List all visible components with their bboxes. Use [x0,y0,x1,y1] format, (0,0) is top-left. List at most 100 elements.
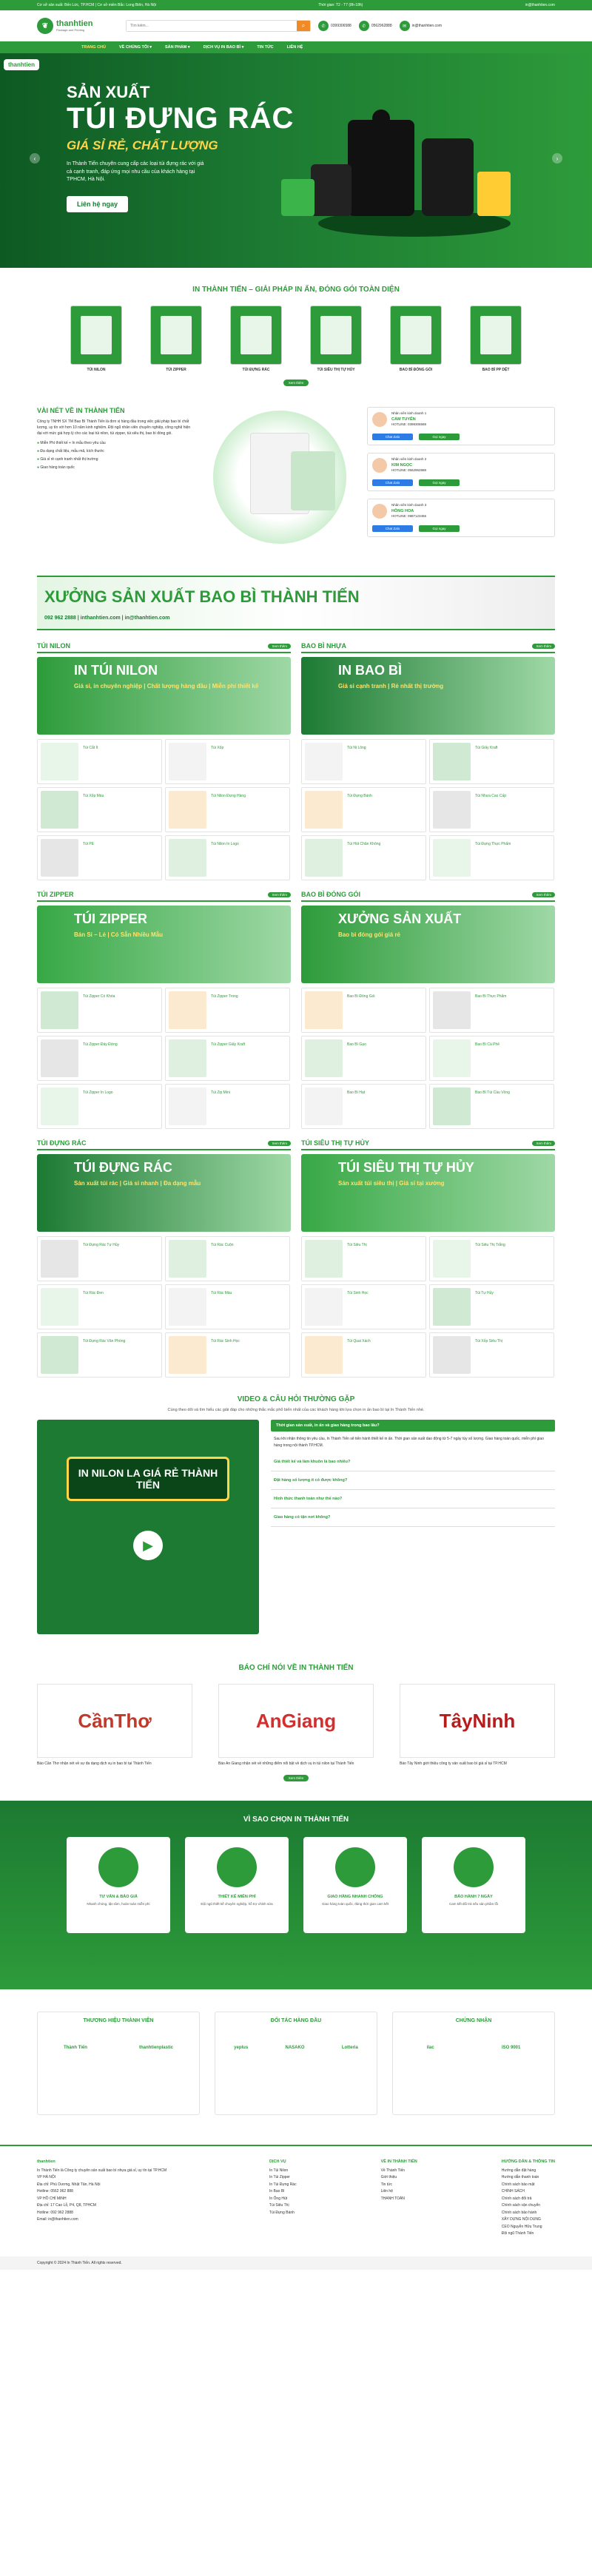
category-item[interactable]: TÚI SIÊU THỊ TỰ HỦY [310,306,362,372]
block-view-more[interactable]: Xem thêm [268,891,291,897]
faq-question[interactable]: Hình thức thanh toán như thế nào? [271,1490,555,1508]
footer-link[interactable]: Túi Siêu Thị [269,2202,297,2210]
product-item[interactable]: Túi Xốp [165,739,290,784]
footer-link[interactable]: In Thành Tiến là Công ty chuyên sản xuất… [37,2168,185,2175]
product-item[interactable]: Túi Nilon In Logo [165,835,290,880]
search-button[interactable]: ⌕ [297,21,310,31]
product-item[interactable]: Túi Zip Mini [165,1084,290,1129]
product-item[interactable]: Túi Đựng Rác Tự Hủy [37,1236,162,1281]
hotline-1[interactable]: ✆ 0399306588 [318,21,352,31]
play-icon[interactable]: ▶ [133,1531,163,1560]
search-input[interactable] [127,21,297,31]
chat-zalo-button[interactable]: Chat Zalo [372,525,413,532]
footer-link[interactable]: Chính sách bảo mật [502,2182,555,2189]
call-button[interactable]: Gọi ngay [419,479,460,486]
footer-link[interactable]: Hotline: 092 962 2888 [37,2210,185,2217]
product-item[interactable]: Bao Bì Gạo [301,1036,426,1081]
press-card[interactable]: CầnThơ Báo Cần Thơ nhận xét về sự đa dạng… [37,1684,192,1767]
chat-zalo-button[interactable]: Chat Zalo [372,434,413,440]
product-item[interactable]: Túi Nhựa Cao Cấp [429,787,554,832]
footer-link[interactable]: In Ống Hút [269,2196,297,2203]
footer-link[interactable]: Chính sách bảo hành [502,2210,555,2217]
footer-link[interactable]: Hotline: 0562 962 888 [37,2188,185,2196]
footer-link[interactable]: In Túi Đựng Rác [269,2182,297,2189]
nav-products[interactable]: SẢN PHẨM ▾ [165,45,190,50]
footer-link[interactable]: Chính sách vận chuyển [502,2202,555,2210]
category-item[interactable]: BAO BÌ ĐÓNG GÓI [390,306,442,372]
footer-link[interactable]: Về Thành Tiến [381,2168,417,2175]
footer-link[interactable]: Địa chỉ: 17 Cao Lỗ, P4, Q8, TPHCM [37,2202,185,2210]
nav-home[interactable]: TRANG CHỦ [81,45,106,50]
footer-link[interactable]: VP HỒ CHÍ MINH [37,2196,185,2203]
product-item[interactable]: Túi Sinh Học [301,1284,426,1329]
block-view-more[interactable]: Xem thêm [532,1140,555,1146]
product-item[interactable]: Túi Tự Hủy [429,1284,554,1329]
chat-zalo-button[interactable]: Chat Zalo [372,479,413,486]
product-item[interactable]: Túi Rác Sinh Học [165,1332,290,1378]
product-item[interactable]: Bao Bì Đóng Gói [301,988,426,1033]
product-item[interactable]: Túi Rác Đen [37,1284,162,1329]
product-item[interactable]: Túi Zipper Trong [165,988,290,1033]
footer-link[interactable]: Chính sách đổi trả [502,2196,555,2203]
product-item[interactable]: Túi Hút Chân Không [301,835,426,880]
footer-link[interactable]: Email: in@thanhtien.com [37,2216,185,2224]
footer-link[interactable]: Túi Đựng Bánh [269,2210,297,2217]
block-view-more[interactable]: Xem thêm [268,643,291,649]
footer-link[interactable]: In Túi Zipper [269,2174,297,2182]
press-card[interactable]: TâyNinh Báo Tây Ninh giới thiệu công ty s… [400,1684,555,1767]
email-link[interactable]: in@thanhtien.com [525,3,555,7]
nav-about[interactable]: VỀ CHÚNG TÔI ▾ [119,45,152,50]
block-banner[interactable]: TÚI ZIPPER Bán Sỉ – Lẻ | Có Sẵn Nhiều Mẫu [37,906,291,983]
faq-question[interactable]: Đặt hàng số lượng ít có được không? [271,1471,555,1490]
product-item[interactable]: Túi Zipper In Logo [37,1084,162,1129]
product-item[interactable]: Bao Bì Hạt [301,1084,426,1129]
video-player[interactable]: IN NILON LA GIÁ RẺ THÀNH TIẾN ▶ [37,1420,259,1634]
product-item[interactable]: Túi Zipper Đáy Đứng [37,1036,162,1081]
footer-link[interactable]: Liên hệ [381,2188,417,2196]
product-item[interactable]: Túi Rác Cuộn [165,1236,290,1281]
nav-contact[interactable]: LIÊN HỆ [287,45,303,50]
footer-link[interactable]: Hướng dẫn thanh toán [502,2174,555,2182]
product-item[interactable]: Túi PE [37,835,162,880]
product-item[interactable]: Túi Đựng Bánh [301,787,426,832]
block-banner[interactable]: TÚI ĐỰNG RÁC Sản xuất túi rác | Giá sỉ nh… [37,1154,291,1232]
product-item[interactable]: Túi Giấy Kraft [429,739,554,784]
call-button[interactable]: Gọi ngay [419,434,460,440]
hotline-2[interactable]: ✆ 0562962888 [358,21,392,31]
footer-link[interactable]: In Túi Nilon [269,2168,297,2175]
product-item[interactable]: Túi Zipper Có Khóa [37,988,162,1033]
product-item[interactable]: Túi Siêu Thị [301,1236,426,1281]
product-item[interactable]: Túi Siêu Thị Trắng [429,1236,554,1281]
block-banner[interactable]: TÚI SIÊU THỊ TỰ HỦY Sản xuất túi siêu thị… [301,1154,555,1232]
footer-link[interactable]: Đội ngũ Thành Tiến [502,2231,555,2238]
block-banner[interactable]: IN BAO BÌ Giá sỉ cạnh tranh | Rẻ nhất thị… [301,657,555,735]
call-button[interactable]: Gọi ngay [419,525,460,532]
faq-question[interactable]: Giá thiết kế và làm khuôn là bao nhiêu? [271,1453,555,1471]
product-item[interactable]: Túi Xốp Siêu Thị [429,1332,554,1378]
footer-link[interactable]: VP HÀ NỘI [37,2174,185,2182]
product-item[interactable]: Bao Bì Cà Phê [429,1036,554,1081]
footer-link[interactable]: In Bao Bì [269,2188,297,2196]
category-item[interactable]: TÚI NILON [70,306,122,372]
footer-link[interactable]: CEO Nguyễn Hữu Trung [502,2224,555,2231]
footer-link[interactable]: Giới thiệu [381,2174,417,2182]
hero-contact-button[interactable]: Liên hệ ngay [67,196,129,212]
product-item[interactable]: Túi Nilon Đựng Hàng [165,787,290,832]
product-item[interactable]: Túi Đựng Thực Phẩm [429,835,554,880]
category-item[interactable]: TÚI ĐỰNG RÁC [230,306,282,372]
product-item[interactable]: Túi Ni Lông [301,739,426,784]
footer-link[interactable]: THANH TOÁN [381,2196,417,2203]
product-item[interactable]: Túi Cắt Ít [37,739,162,784]
footer-link[interactable]: Tin tức [381,2182,417,2189]
product-item[interactable]: Bao Bì Túi Cầu Vồng [429,1084,554,1129]
category-item[interactable]: TÚI ZIPPER [150,306,202,372]
email-header[interactable]: ✉ in@thanhtien.com [399,21,442,31]
faq-question[interactable]: Giao hàng có tận nơi không? [271,1508,555,1527]
block-view-more[interactable]: Xem thêm [532,891,555,897]
nav-services[interactable]: DỊCH VỤ IN BAO BÌ ▾ [204,45,244,50]
footer-link[interactable]: XÂY DỰNG NỘI DUNG [502,2216,555,2224]
site-logo[interactable]: ❦ thanhtien Package and Printing [37,18,118,34]
footer-link[interactable]: CHÍNH SÁCH [502,2188,555,2196]
block-banner[interactable]: IN TÚI NILON Giá sỉ, in chuyên nghiệp | C… [37,657,291,735]
block-view-more[interactable]: Xem thêm [268,1140,291,1146]
